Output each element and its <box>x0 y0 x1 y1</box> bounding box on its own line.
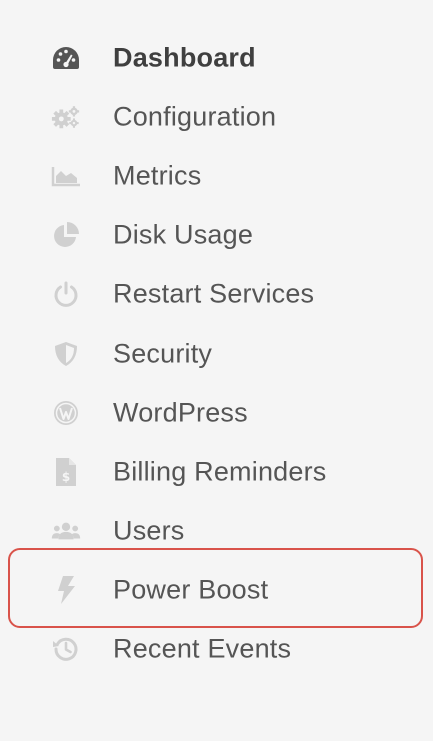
sidebar-item-label: Metrics <box>113 160 202 191</box>
cogs-icon <box>51 102 81 132</box>
sidebar-item-label: Power Boost <box>113 574 269 605</box>
sidebar-item-metrics[interactable]: Metrics <box>0 146 433 205</box>
sidebar-item-label: Recent Events <box>113 633 292 664</box>
invoice-icon: $ <box>51 457 81 487</box>
sidebar-item-recent-events[interactable]: Recent Events <box>0 620 433 679</box>
sidebar-item-label: Security <box>113 338 213 369</box>
wordpress-icon <box>51 398 81 428</box>
tachometer-icon <box>51 43 81 73</box>
sidebar-item-label: Dashboard <box>113 42 256 73</box>
lightning-bolt-icon <box>51 575 81 605</box>
sidebar-item-security[interactable]: Security <box>0 324 433 383</box>
sidebar-item-restart-services[interactable]: Restart Services <box>0 265 433 324</box>
sidebar-item-disk-usage[interactable]: Disk Usage <box>0 206 433 265</box>
sidebar-item-label: Configuration <box>113 101 277 132</box>
shield-icon <box>51 339 81 369</box>
sidebar-item-billing-reminders[interactable]: $ Billing Reminders <box>0 442 433 501</box>
area-chart-icon <box>51 161 81 191</box>
sidebar-item-label: WordPress <box>113 397 248 428</box>
sidebar-item-dashboard[interactable]: Dashboard <box>0 28 433 87</box>
sidebar-item-label: Restart Services <box>113 278 315 309</box>
sidebar-nav: Dashboard Configuration Metrics Disk Usa… <box>0 0 433 741</box>
sidebar-item-label: Billing Reminders <box>113 456 327 487</box>
sidebar-item-label: Users <box>113 515 185 546</box>
sidebar-item-power-boost[interactable]: Power Boost <box>0 561 433 620</box>
sidebar-item-configuration[interactable]: Configuration <box>0 87 433 146</box>
sidebar-item-wordpress[interactable]: WordPress <box>0 383 433 442</box>
users-icon <box>51 516 81 546</box>
svg-text:$: $ <box>62 470 70 484</box>
history-icon <box>51 634 81 664</box>
pie-chart-icon <box>51 220 81 250</box>
sidebar-item-label: Disk Usage <box>113 219 254 250</box>
sidebar-menu: Dashboard Configuration Metrics Disk Usa… <box>0 28 433 679</box>
power-icon <box>51 279 81 309</box>
sidebar-item-users[interactable]: Users <box>0 502 433 561</box>
